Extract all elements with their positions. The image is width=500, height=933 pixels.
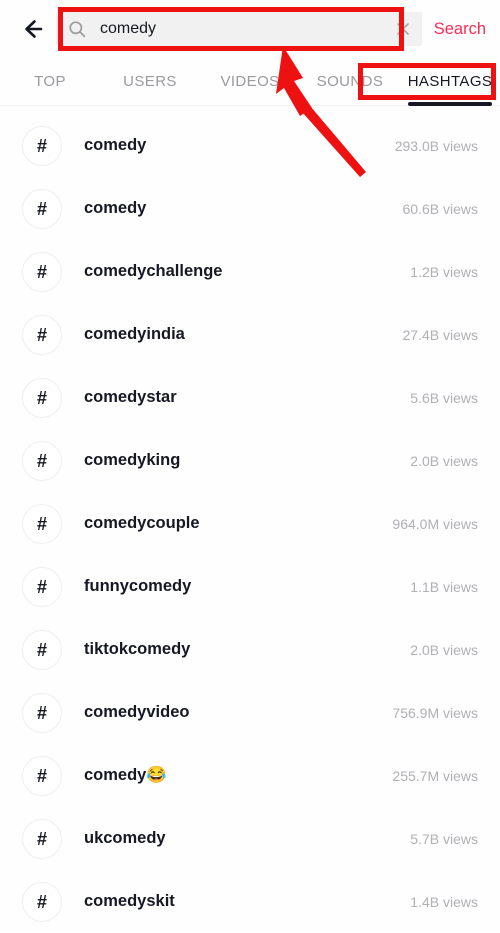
hashtag-result-row[interactable]: # comedy 293.0B views bbox=[0, 114, 500, 177]
search-icon bbox=[68, 20, 86, 38]
hashtag-icon: # bbox=[22, 377, 62, 418]
hashtag-view-count: 2.0B views bbox=[410, 641, 478, 658]
hashtag-view-count: 964.0M views bbox=[392, 515, 478, 532]
hashtag-name: comedyvideo bbox=[84, 703, 190, 721]
hashtag-icon: # bbox=[22, 503, 62, 544]
tab-videos[interactable]: VIDEOS bbox=[200, 58, 300, 105]
hashtag-results-list: # comedy 293.0B views # comedy 60.6B views # co… bbox=[0, 106, 500, 933]
hashtag-name: comedyskit bbox=[84, 892, 175, 910]
hashtag-name: comedy bbox=[84, 136, 147, 154]
arrow-left-icon bbox=[19, 16, 45, 42]
hashtag-view-count: 1.4B views bbox=[410, 893, 478, 910]
tab-label: SOUNDS bbox=[316, 73, 384, 90]
tab-sounds[interactable]: SOUNDS bbox=[300, 58, 400, 105]
back-button[interactable] bbox=[10, 7, 54, 51]
hashtag-view-count: 60.6B views bbox=[402, 200, 478, 217]
hashtag-icon: # bbox=[22, 440, 62, 481]
hashtag-result-row[interactable]: # comedy😂 255.7M views bbox=[0, 744, 500, 807]
hashtag-result-row[interactable]: # comedyvideo 756.9M views bbox=[0, 681, 500, 744]
search-field[interactable] bbox=[56, 12, 422, 46]
hashtag-icon: # bbox=[22, 566, 62, 607]
hashtag-result-row[interactable]: # funnycomedy 1.1B views bbox=[0, 555, 500, 618]
hashtag-name: tiktokcomedy bbox=[84, 640, 191, 658]
close-icon[interactable] bbox=[394, 20, 412, 38]
hashtag-icon: # bbox=[22, 314, 62, 355]
hashtag-view-count: 255.7M views bbox=[392, 767, 478, 784]
hashtag-icon: # bbox=[22, 881, 62, 922]
hashtag-view-count: 1.1B views bbox=[410, 578, 478, 595]
hashtag-result-row[interactable]: # comedycouple 964.0M views bbox=[0, 492, 500, 555]
hashtag-name: comedycouple bbox=[84, 514, 200, 532]
hashtag-icon: # bbox=[22, 125, 62, 166]
hashtag-result-row[interactable]: # comedyindia 27.4B views bbox=[0, 303, 500, 366]
hashtag-name: comedyking bbox=[84, 451, 181, 469]
hashtag-view-count: 293.0B views bbox=[394, 137, 478, 154]
tab-label: VIDEOS bbox=[220, 73, 280, 90]
hashtag-view-count: 5.6B views bbox=[410, 389, 478, 406]
hashtag-icon: # bbox=[22, 692, 62, 733]
search-results-screen: Search TOP USERS VIDEOS SOUNDS HASHTAGS … bbox=[0, 0, 500, 930]
tab-users[interactable]: USERS bbox=[100, 58, 200, 105]
hashtag-view-count: 1.2B views bbox=[410, 263, 478, 280]
hashtag-name: comedy bbox=[84, 199, 147, 217]
hashtag-view-count: 27.4B views bbox=[402, 326, 478, 343]
hashtag-result-row[interactable]: # ukcomedy 5.7B views bbox=[0, 807, 500, 870]
search-input[interactable] bbox=[100, 20, 388, 38]
hashtag-result-row[interactable]: # comedyskit 1.4B views bbox=[0, 870, 500, 933]
hashtag-name: comedystar bbox=[84, 388, 177, 406]
active-tab-indicator bbox=[408, 102, 492, 106]
hashtag-result-row[interactable]: # tiktokcomedy 2.0B views bbox=[0, 618, 500, 681]
hashtag-view-count: 2.0B views bbox=[410, 452, 478, 469]
hashtag-result-row[interactable]: # comedystar 5.6B views bbox=[0, 366, 500, 429]
search-category-tabs: TOP USERS VIDEOS SOUNDS HASHTAGS bbox=[0, 58, 500, 106]
hashtag-name: comedyindia bbox=[84, 325, 185, 343]
hashtag-name: ukcomedy bbox=[84, 829, 166, 847]
tab-label: USERS bbox=[123, 73, 177, 90]
tab-label: TOP bbox=[34, 73, 66, 90]
hashtag-icon: # bbox=[22, 755, 62, 796]
hashtag-name: funnycomedy bbox=[84, 577, 192, 595]
hashtag-icon: # bbox=[22, 188, 62, 229]
tab-top[interactable]: TOP bbox=[0, 58, 100, 105]
hashtag-result-row[interactable]: # comedyking 2.0B views bbox=[0, 429, 500, 492]
tab-label: HASHTAGS bbox=[407, 73, 493, 90]
hashtag-icon: # bbox=[22, 629, 62, 670]
hashtag-view-count: 756.9M views bbox=[392, 704, 478, 721]
search-bar[interactable] bbox=[56, 12, 422, 46]
hashtag-result-row[interactable]: # comedychallenge 1.2B views bbox=[0, 240, 500, 303]
hashtag-name: comedychallenge bbox=[84, 262, 223, 280]
search-header: Search bbox=[0, 0, 500, 58]
tab-hashtags[interactable]: HASHTAGS bbox=[400, 58, 500, 106]
hashtag-view-count: 5.7B views bbox=[410, 830, 478, 847]
hashtag-result-row[interactable]: # comedy 60.6B views bbox=[0, 177, 500, 240]
search-submit-button[interactable]: Search bbox=[434, 20, 486, 39]
hashtag-name: comedy😂 bbox=[84, 766, 167, 784]
hashtag-icon: # bbox=[22, 818, 62, 859]
hashtag-icon: # bbox=[22, 251, 62, 292]
